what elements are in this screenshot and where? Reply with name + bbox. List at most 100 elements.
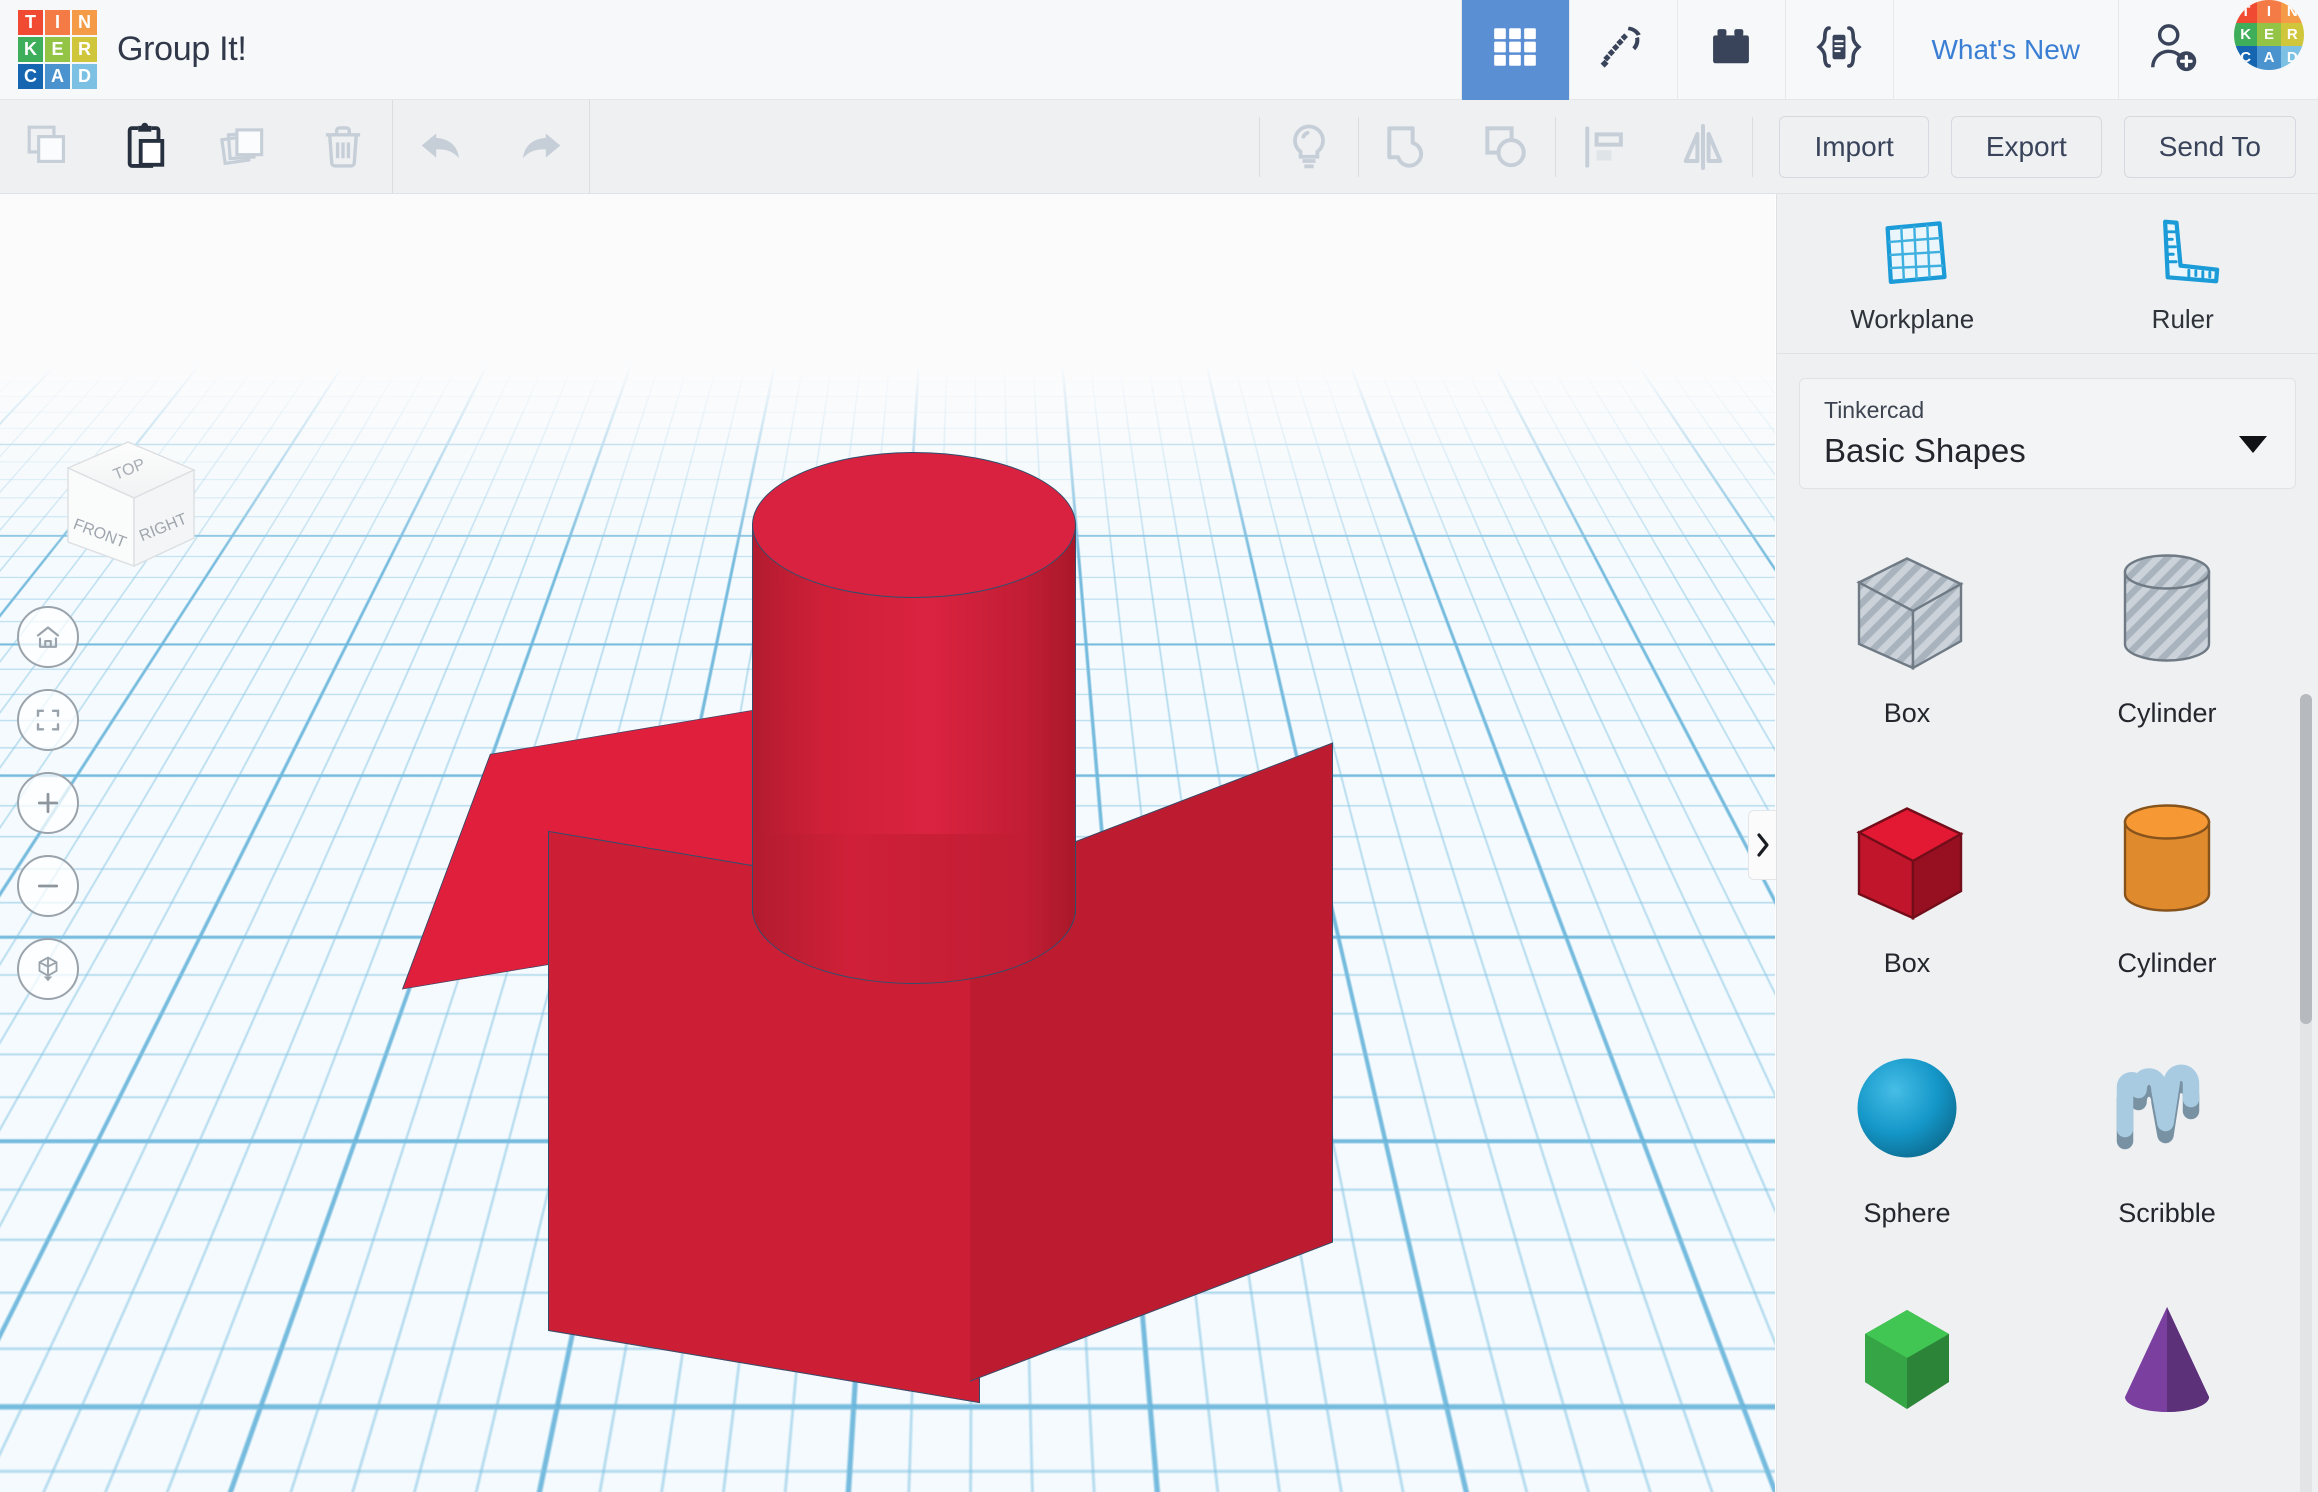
logo-tile-d: D <box>72 64 97 89</box>
logo-tile-c: C <box>18 64 43 89</box>
shape-cylinder-orange-label: Cylinder <box>2117 948 2217 978</box>
collapse-panel-button[interactable] <box>1748 810 1776 880</box>
avatar-tile-t: T <box>2234 0 2258 23</box>
logo-tile-e: E <box>45 37 70 62</box>
edit-toolbar: Import Export Send To <box>0 99 2318 194</box>
avatar-tile-a: A <box>2257 46 2281 70</box>
avatar-tile-e: E <box>2257 22 2281 47</box>
fit-view-icon <box>36 709 60 731</box>
zoom-out-button[interactable] <box>17 855 79 917</box>
send-to-button[interactable]: Send To <box>2123 115 2296 178</box>
avatar-tile-r: R <box>2280 22 2304 47</box>
view-nav-controls <box>17 606 79 1021</box>
shape-sphere-blue[interactable]: Sphere <box>1777 1002 2037 1252</box>
avatar-tile-c: C <box>2234 46 2258 70</box>
shape-box-red-thumb <box>1856 807 1964 921</box>
chevron-right-icon <box>1756 833 1769 857</box>
library-source-label: Tinkercad <box>1824 397 1925 423</box>
tinkercad-editor: TINKERCAD Group It! What's New T I N K E… <box>0 0 2318 1492</box>
copy-button[interactable] <box>0 100 98 194</box>
plus-icon <box>37 792 59 814</box>
library-collection-label: Basic Shapes <box>1824 432 2026 469</box>
workplane-tool-label: Workplane <box>1850 304 1975 334</box>
shape-box-hole[interactable]: Box <box>1777 502 2037 752</box>
group-button[interactable] <box>1359 100 1457 194</box>
minus-icon <box>37 884 59 888</box>
workplane-icon <box>1885 221 1947 284</box>
cylinder-bottom-curve <box>752 834 1076 984</box>
top-header-bar: TINKERCAD Group It! What's New T I N K E… <box>0 0 2318 100</box>
shape-cylinder-orange[interactable]: Cylinder <box>2037 752 2297 1002</box>
home-icon <box>36 626 60 648</box>
shape-cylinder-hole-thumb <box>2123 554 2211 662</box>
redo-icon <box>523 132 561 158</box>
shape-scribble-blue[interactable]: Scribble <box>2037 1002 2297 1252</box>
shape-cone-purple[interactable] <box>2037 1252 2297 1492</box>
shape-cylinder-hole-label: Cylinder <box>2117 698 2217 728</box>
design-canvas[interactable]: TOP FRONT RIGHT <box>0 194 1775 1492</box>
shape-scribble-blue-thumb <box>2116 1064 2200 1150</box>
avatar[interactable]: TINKERCAD <box>2234 0 2304 70</box>
nav-codeblocks[interactable] <box>1784 0 1893 100</box>
import-button[interactable]: Import <box>1779 115 1929 178</box>
align-button[interactable] <box>1556 100 1654 194</box>
duplicate-button[interactable] <box>196 100 294 194</box>
shape-polygon-green[interactable] <box>1777 1252 2037 1492</box>
panel-tools-row: Workplane Ruler <box>1777 194 2318 354</box>
ruler-tool[interactable]: Ruler <box>2048 194 2318 353</box>
panel-scrollbar-thumb[interactable] <box>2300 694 2312 1024</box>
shape-scribble-blue-label: Scribble <box>2118 1198 2216 1228</box>
shape-sphere-blue-label: Sphere <box>1863 1198 1951 1228</box>
home-view-button[interactable] <box>17 606 79 668</box>
header-nav: What's New TINKERCAD <box>1460 0 2318 100</box>
whats-new-link[interactable]: What's New <box>1892 0 2119 100</box>
shape-box-red-icon <box>1832 778 1982 938</box>
tinkercad-logo-icon: TIN KER CAD <box>18 10 97 89</box>
view-cube[interactable]: TOP FRONT RIGHT <box>38 426 218 586</box>
logo-tile-i: I <box>45 10 70 35</box>
shape-box-red-label: Box <box>1883 948 1931 978</box>
toolbar-divider-2 <box>589 99 590 194</box>
ungroup-button[interactable] <box>1457 100 1555 194</box>
tinkercad-logo[interactable]: TIN KER CAD Group It! <box>0 10 247 89</box>
page-title: Group It! <box>117 30 247 68</box>
shape-cylinder-hole[interactable]: Cylinder <box>2037 502 2297 752</box>
redo-button[interactable] <box>491 100 589 194</box>
shape-box-red[interactable]: Box <box>1777 752 2037 1002</box>
avatar-tile-k: K <box>2234 22 2258 47</box>
undo-button[interactable] <box>393 100 491 194</box>
duplicate-icon <box>220 127 264 165</box>
export-button[interactable]: Export <box>1950 115 2102 178</box>
shape-sphere-blue-thumb <box>1857 1058 1957 1158</box>
copy-icon <box>27 125 65 163</box>
shape-polygon-green-icon <box>1832 1278 1982 1438</box>
ungroup-shapes-icon <box>1485 125 1527 167</box>
fit-to-view-button[interactable] <box>17 689 79 751</box>
zoom-in-button[interactable] <box>17 772 79 834</box>
mirror-button[interactable] <box>1654 100 1752 194</box>
add-user-icon <box>2145 19 2201 80</box>
delete-button[interactable] <box>294 100 392 194</box>
shape-box-hole-label: Box <box>1883 698 1931 728</box>
cylinder-top-ellipse <box>752 452 1076 598</box>
nav-3d-designs[interactable] <box>1460 0 1569 100</box>
lego-brick-icon <box>1706 22 1756 77</box>
logo-tile-t: T <box>18 10 43 35</box>
nav-minecraft[interactable] <box>1568 0 1677 100</box>
trash-icon <box>325 125 361 168</box>
shape-library-select[interactable]: Tinkercad Basic Shapes <box>1799 378 2296 489</box>
shape-cylinder-hole-icon <box>2092 528 2242 688</box>
avatar-tile-d: D <box>2280 46 2304 70</box>
invite-people-button[interactable] <box>2118 0 2226 100</box>
grid-apps-icon <box>1490 22 1540 77</box>
lightbulb-icon <box>1293 124 1326 168</box>
paste-button[interactable] <box>98 100 196 194</box>
hint-lightbulb-button[interactable] <box>1260 100 1358 194</box>
shape-box-hole-thumb <box>1856 557 1964 671</box>
workplane-tool[interactable]: Workplane <box>1777 194 2048 353</box>
nav-blocks[interactable] <box>1676 0 1785 100</box>
ortho-perspective-icon <box>38 956 58 982</box>
logo-tile-r: R <box>72 37 97 62</box>
align-icon <box>1585 125 1624 168</box>
projection-toggle-button[interactable] <box>17 938 79 1000</box>
